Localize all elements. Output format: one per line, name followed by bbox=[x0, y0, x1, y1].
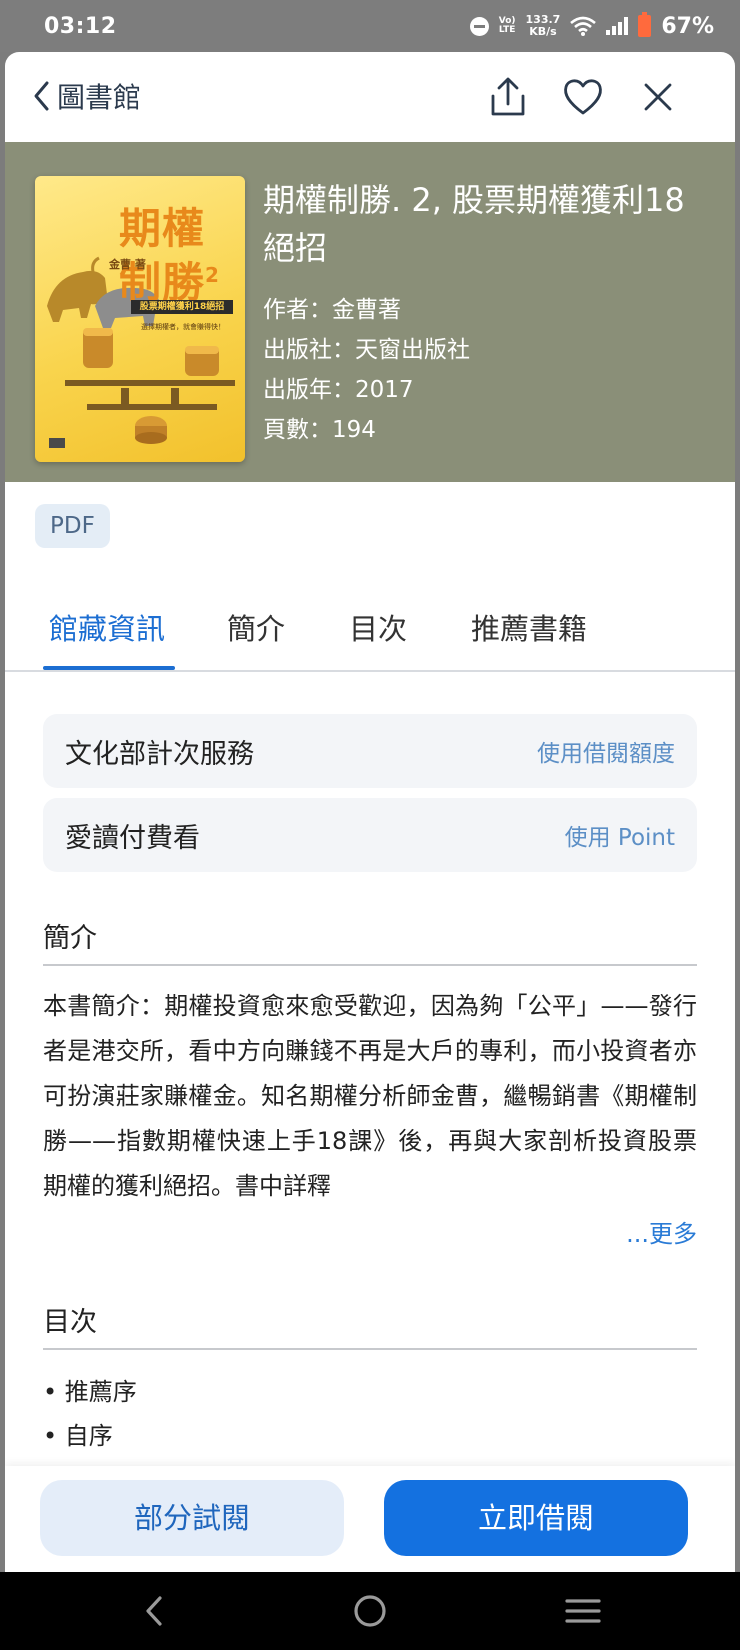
signal-icon bbox=[606, 17, 629, 35]
service-row-culture-ministry[interactable]: 文化部計次服務 使用借閱額度 bbox=[43, 714, 697, 788]
nav-back-icon[interactable] bbox=[130, 1586, 180, 1636]
nav-home-icon[interactable] bbox=[345, 1586, 395, 1636]
share-icon[interactable] bbox=[485, 74, 531, 120]
book-title: 期權制勝. 2, 股票期權獲利18絕招 bbox=[263, 181, 685, 267]
wifi-icon bbox=[570, 16, 597, 36]
book-year: 出版年：2017 bbox=[263, 377, 414, 403]
service-name: 文化部計次服務 bbox=[65, 738, 254, 770]
book-publisher: 出版社：天窗出版社 bbox=[263, 337, 470, 363]
service-row-paid-reading[interactable]: 愛讀付費看 使用 Point bbox=[43, 798, 697, 872]
book-pages: 頁數：194 bbox=[263, 417, 376, 443]
do-not-disturb-icon bbox=[469, 16, 489, 36]
system-navigation-bar bbox=[0, 1572, 740, 1650]
cover-title-number: 2 bbox=[205, 263, 220, 287]
top-bar: 圖書館 bbox=[5, 52, 735, 142]
network-speed: 133.7 KB/s bbox=[526, 14, 561, 38]
intro-section-header: 簡介 bbox=[43, 900, 697, 966]
back-button[interactable]: 圖書館 bbox=[31, 76, 141, 116]
tab-recommended[interactable]: 推薦書籍 bbox=[471, 606, 587, 648]
active-tab-indicator bbox=[43, 666, 175, 670]
toc-item: • 推薦序 bbox=[43, 1378, 137, 1406]
close-icon[interactable] bbox=[635, 74, 681, 120]
heart-icon[interactable] bbox=[560, 74, 606, 120]
preview-button[interactable]: 部分試閱 bbox=[40, 1480, 344, 1556]
cover-author: 金曹 著 bbox=[109, 258, 146, 271]
nav-recents-icon[interactable] bbox=[558, 1586, 608, 1636]
status-icons: Vo) LTE 133.7 KB/s 67% bbox=[469, 12, 714, 39]
battery-level: 67% bbox=[661, 13, 714, 39]
book-cover[interactable]: 期權 制勝2 金曹 著 股票期權獲利18絕招 選擇期權者，就會賺得快！ bbox=[35, 176, 245, 462]
toc-heading: 目次 bbox=[43, 1307, 97, 1338]
more-link[interactable]: ...更多 bbox=[626, 1214, 697, 1249]
volte-indicator: Vo) LTE bbox=[499, 17, 516, 35]
speed-unit: KB/s bbox=[529, 25, 557, 38]
intro-heading: 簡介 bbox=[43, 923, 97, 954]
book-hero: 期權 制勝2 金曹 著 股票期權獲利18絕招 選擇期權者，就會賺得快！ 期權制勝… bbox=[5, 142, 735, 482]
status-time: 03:12 bbox=[44, 13, 117, 39]
cover-blurb: 選擇期權者，就會賺得快！ bbox=[141, 323, 225, 331]
intro-text: 本書簡介：期權投資愈來愈受歡迎，因為夠「公平」——發行者是港交所，看中方向賺錢不… bbox=[43, 992, 697, 1200]
tab-bar: 館藏資訊 簡介 目次 推薦書籍 bbox=[5, 588, 735, 672]
cover-subtitle: 股票期權獲利18絕招 bbox=[131, 300, 233, 314]
book-author: 作者：金曹著 bbox=[263, 297, 401, 323]
tab-contents[interactable]: 目次 bbox=[349, 606, 407, 648]
battery-icon bbox=[638, 12, 652, 37]
action-bar: 部分試閱 立即借閱 bbox=[5, 1466, 735, 1572]
borrow-button[interactable]: 立即借閱 bbox=[384, 1480, 688, 1556]
use-point-link[interactable]: 使用 Point bbox=[565, 818, 675, 852]
back-label: 圖書館 bbox=[57, 81, 142, 114]
format-chip: PDF bbox=[35, 504, 110, 548]
toc-section-header: 目次 bbox=[43, 1284, 697, 1350]
toc-item: • 自序 bbox=[43, 1422, 113, 1450]
service-name: 愛讀付費看 bbox=[65, 822, 200, 854]
use-quota-link[interactable]: 使用借閱額度 bbox=[537, 734, 675, 768]
chevron-left-icon bbox=[34, 81, 49, 111]
status-bar: 03:12 Vo) LTE 133.7 KB/s 67% bbox=[0, 0, 740, 52]
cover-title-line1: 期權 bbox=[119, 204, 206, 253]
volte-bottom: LTE bbox=[498, 25, 516, 35]
book-detail-sheet: 圖書館 期權 制勝2 金曹 著 股票期權獲利18絕招 選擇期權者，就會賺得快！ … bbox=[5, 52, 735, 1572]
tab-summary[interactable]: 簡介 bbox=[227, 606, 285, 648]
tab-holdings[interactable]: 館藏資訊 bbox=[49, 606, 165, 648]
